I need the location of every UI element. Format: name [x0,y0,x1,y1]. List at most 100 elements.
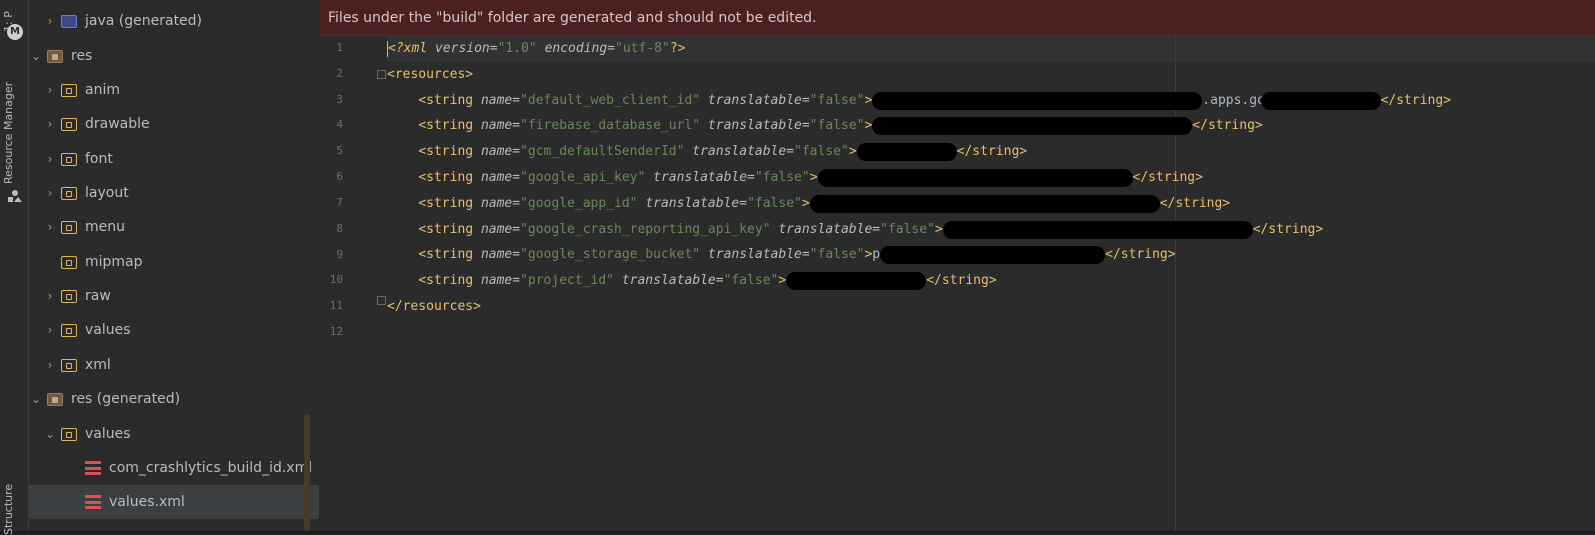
resource-manager-tab[interactable]: Resource Manager [2,82,15,184]
code-line-8: <string name="google_crash_reporting_api… [418,220,1324,239]
chevron-right-icon[interactable]: › [43,186,57,200]
line-number: 12 [329,325,343,338]
folder-icon [61,152,77,166]
chevron-right-icon[interactable]: › [43,358,57,372]
chevron-right-icon[interactable]: › [43,14,57,28]
line-number: 8 [336,222,343,235]
code-line-10: <string name="project_id" translatable="… [418,271,997,290]
generated-file-banner: Files under the "build" folder are gener… [319,0,1595,36]
folder-icon [61,289,77,303]
code-line-9: <string name="google_storage_bucket" tra… [418,245,1176,264]
tree-item-label: menu [85,219,125,235]
tree-item-label: mipmap [85,254,143,270]
chevron-down-icon[interactable]: ⌄ [43,427,57,441]
tree-item-java-generated[interactable]: › java (generated) [29,4,333,38]
fold-marker-icon[interactable] [377,296,386,305]
code-line-11: </resources> [387,299,481,314]
line-number: 4 [336,118,343,131]
code-line-1: <?xml version="1.0" encoding="utf-8"?> [387,40,686,57]
xml-file-icon [85,461,101,475]
chevron-down-icon[interactable]: ⌄ [29,49,43,63]
line-number: 5 [336,144,343,157]
folder-icon [61,358,77,372]
tree-scrollbar[interactable] [304,414,310,531]
redacted-value [872,116,1193,135]
tree-item-label: values.xml [109,494,185,510]
fold-marker-icon[interactable] [377,70,386,79]
res-folder-icon [47,392,63,406]
line-number: 9 [336,248,343,261]
banner-text: Files under the "build" folder are gener… [328,9,817,26]
tree-item-values-generated[interactable]: ⌄ values [29,417,333,451]
tree-item-res-generated[interactable]: ⌄ res (generated) [29,382,319,416]
tree-item-label: anim [85,82,120,98]
tree-item-menu[interactable]: › menu [29,210,333,244]
folder-icon [61,220,77,234]
chevron-right-icon[interactable]: › [43,152,57,166]
tree-item-anim[interactable]: › anim [29,73,333,107]
redacted-value [880,245,1106,264]
chevron-right-icon[interactable]: › [43,289,57,303]
xml-file-icon [85,495,101,509]
code-line-6: <string name="google_api_key" translatab… [418,168,1203,187]
tree-item-label: values [85,322,131,338]
folder-icon [61,117,77,131]
code-line-5: <string name="gcm_defaultSenderId" trans… [418,142,1028,161]
tree-item-label: xml [85,357,111,373]
tree-item-label: drawable [85,116,150,132]
tree-item-layout[interactable]: › layout [29,176,333,210]
line-number: 2 [336,67,343,80]
tree-item-drawable[interactable]: › drawable [29,107,333,141]
folder-icon [61,255,77,269]
tree-item-label: java (generated) [85,13,203,29]
tree-item-label: font [85,151,113,167]
folder-icon [61,427,77,441]
project-tree: › java (generated) ⌄ res › anim › drawab… [29,0,319,531]
redacted-value [809,194,1160,213]
tree-item-label: com_crashlytics_build_id.xml [109,460,313,476]
redacted-value [942,220,1253,239]
line-number: 1 [336,41,343,54]
redacted-value [786,271,927,290]
tree-item-values-xml[interactable]: values.xml [29,485,319,519]
code-line-7: <string name="google_app_id" translatabl… [418,194,1231,213]
android-logo-icon: M [7,24,23,40]
tree-item-label: res [71,48,93,64]
redacted-value [856,142,957,161]
tree-item-label: res (generated) [71,391,181,407]
line-number: 6 [336,170,343,183]
tree-item-raw[interactable]: › raw [29,279,333,313]
tree-item-values[interactable]: › values [29,313,333,347]
structure-tab[interactable]: Structure [2,484,15,535]
line-number: 3 [336,93,343,106]
chevron-right-icon[interactable]: › [43,83,57,97]
code-line-4: <string name="firebase_database_url" tra… [418,116,1263,135]
redacted-value [872,91,1203,110]
line-gutter: 1 2 3 4 5 6 7 8 9 10 11 12 [319,36,386,531]
redacted-value [1260,91,1381,110]
folder-icon [61,186,77,200]
line-number: 10 [329,273,343,286]
tree-item-label: raw [85,288,111,304]
shapes-icon [8,190,22,202]
redacted-value [817,168,1133,187]
folder-icon [61,83,77,97]
chevron-right-icon[interactable]: › [43,117,57,131]
tree-item-label: layout [85,185,129,201]
tree-item-label: values [85,426,131,442]
tree-item-mipmap[interactable]: mipmap [29,245,333,279]
code-line-3: <string name="default_web_client_id" tra… [418,91,1452,110]
tree-item-res[interactable]: ⌄ res [29,39,319,73]
tree-item-font[interactable]: › font [29,142,333,176]
line-number: 11 [329,299,343,312]
code-area[interactable]: <?xml version="1.0" encoding="utf-8"?> <… [387,36,1595,531]
chevron-right-icon[interactable]: › [43,323,57,337]
chevron-down-icon[interactable]: ⌄ [29,392,43,406]
tool-window-strip: 1: P M Resource Manager Structure [0,0,29,535]
tree-item-xml[interactable]: › xml [29,348,333,382]
line-number: 7 [336,196,343,209]
code-editor[interactable]: Files under the "build" folder are gener… [319,0,1595,531]
res-folder-icon [47,49,63,63]
folder-icon [61,323,77,337]
chevron-right-icon[interactable]: › [43,220,57,234]
